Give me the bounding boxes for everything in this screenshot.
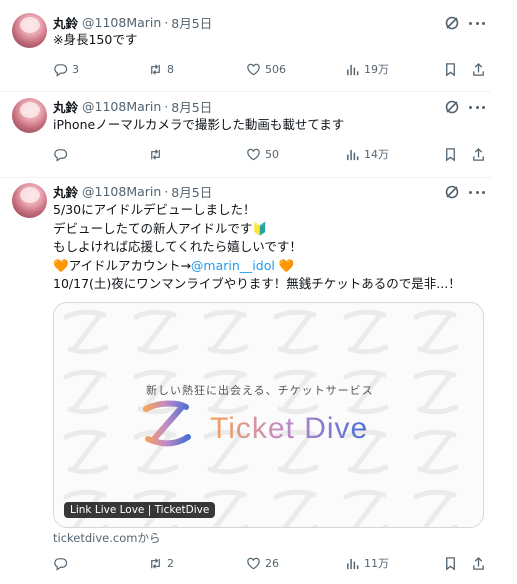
tweet-actions: 50 14万 bbox=[53, 145, 489, 163]
tweet-text-line: iPhoneノーマルカメラで撮影した動画も載せてます bbox=[53, 117, 345, 132]
bookmark-icon bbox=[446, 556, 455, 570]
tweet-text-line: ※身長150です bbox=[53, 32, 138, 47]
tweet-text-line: デビューしたての新人アイドルです🔰 bbox=[53, 220, 268, 236]
tweet-actions: 3 8 506 19万 bbox=[53, 60, 489, 78]
tweet-2[interactable]: 丸鈴 @1108Marin · 8月5日 iPhoneノーマルカメラで撮影した動… bbox=[0, 92, 491, 178]
views-icon bbox=[347, 558, 359, 569]
like-count: 506 bbox=[265, 62, 286, 76]
avatar[interactable] bbox=[12, 98, 47, 133]
reply-icon bbox=[54, 63, 68, 77]
reply-icon bbox=[54, 557, 68, 571]
logo-text: Ticket Dive bbox=[210, 412, 368, 445]
share-icon bbox=[473, 556, 484, 570]
views-icon bbox=[347, 149, 359, 160]
reply-icon bbox=[54, 148, 68, 162]
tweet-date[interactable]: 8月5日 bbox=[171, 97, 212, 116]
link-card[interactable]: Ticket Dive Link Live Love | TicketDive bbox=[53, 302, 484, 528]
tweet-date[interactable]: 8月5日 bbox=[171, 182, 212, 201]
tweet-1[interactable]: 丸鈴 @1108Marin · 8月5日 ※身長150です 3 8 506 19… bbox=[0, 0, 491, 92]
views-button[interactable]: 19万 bbox=[345, 60, 389, 78]
heart-icon bbox=[247, 63, 260, 75]
views-icon bbox=[347, 64, 359, 75]
tweet-text-line: 5/30にアイドルデビューしました！ bbox=[53, 202, 256, 217]
view-count: 14万 bbox=[364, 148, 389, 161]
separator-dot: · bbox=[164, 14, 169, 30]
tweet-header: 丸鈴 @1108Marin · 8月5日 bbox=[53, 182, 212, 200]
tweet-text-line: 🧡アイドルアカウント→@marin__idol 🧡 bbox=[53, 257, 461, 276]
bookmark-icon bbox=[446, 62, 455, 76]
like-button[interactable]: 50 bbox=[246, 145, 279, 163]
like-count: 50 bbox=[265, 147, 279, 161]
card-tagline: 新しい熱狂に出会える、チケットサービス bbox=[146, 384, 374, 397]
avatar[interactable] bbox=[12, 183, 47, 218]
tweet-date[interactable]: 8月5日 bbox=[171, 13, 212, 32]
user-handle[interactable]: @1108Marin bbox=[82, 99, 161, 114]
user-handle[interactable]: @1108Marin bbox=[82, 184, 161, 199]
tweet-header: 丸鈴 @1108Marin · 8月5日 bbox=[53, 13, 212, 31]
display-name[interactable]: 丸鈴 bbox=[53, 13, 78, 32]
reply-button[interactable]: 3 bbox=[53, 60, 79, 78]
share-button[interactable] bbox=[471, 60, 486, 78]
grok-icon[interactable] bbox=[444, 15, 460, 31]
tweet-text-line: もしよければ応援してくれたら嬉しいです！ bbox=[53, 239, 302, 254]
tweet-text: iPhoneノーマルカメラで撮影した動画も載せてます bbox=[53, 116, 344, 135]
repost-count: 8 bbox=[167, 62, 174, 76]
more-options-icon[interactable] bbox=[469, 99, 485, 115]
bookmark-button[interactable] bbox=[443, 145, 458, 163]
repost-count: 2 bbox=[167, 556, 174, 570]
views-button[interactable]: 14万 bbox=[345, 145, 389, 163]
more-options-icon[interactable] bbox=[469, 184, 485, 200]
heart-icon bbox=[247, 148, 260, 160]
card-source-link[interactable]: ticketdive.comから bbox=[53, 530, 160, 546]
mention-suffix: 🧡 bbox=[274, 257, 295, 273]
repost-button[interactable]: 2 bbox=[148, 554, 174, 572]
repost-icon bbox=[151, 557, 160, 569]
user-handle[interactable]: @1108Marin bbox=[82, 15, 161, 30]
reply-button[interactable] bbox=[53, 554, 72, 572]
mention-link[interactable]: @marin__idol bbox=[191, 258, 275, 273]
repost-button[interactable] bbox=[148, 145, 167, 163]
repost-button[interactable]: 8 bbox=[148, 60, 174, 78]
display-name[interactable]: 丸鈴 bbox=[53, 97, 78, 116]
like-count: 26 bbox=[265, 556, 279, 570]
reply-count: 3 bbox=[72, 62, 79, 76]
grok-icon[interactable] bbox=[444, 184, 460, 200]
heart-icon bbox=[247, 557, 260, 569]
tweet-text: ※身長150です bbox=[53, 31, 137, 50]
bookmark-button[interactable] bbox=[443, 554, 458, 572]
tweet-actions: 2 26 11万 bbox=[53, 554, 489, 572]
tweet-text-line: 10/17(土)夜にワンマンライブやります！無銭チケットあるので是非...！ bbox=[53, 276, 461, 291]
separator-dot: · bbox=[164, 98, 169, 114]
reply-button[interactable] bbox=[53, 145, 72, 163]
grok-icon[interactable] bbox=[444, 99, 460, 115]
view-count: 11万 bbox=[364, 557, 389, 570]
avatar[interactable] bbox=[12, 13, 47, 48]
views-button[interactable]: 11万 bbox=[345, 554, 389, 572]
card-image: Ticket Dive bbox=[54, 303, 483, 527]
display-name[interactable]: 丸鈴 bbox=[53, 182, 78, 201]
tweet-text: 5/30にアイドルデビューしました！ デビューしたての新人アイドルです🔰 もしよ… bbox=[53, 201, 461, 294]
bookmark-icon bbox=[446, 147, 455, 161]
share-button[interactable] bbox=[471, 145, 486, 163]
share-button[interactable] bbox=[471, 554, 486, 572]
view-count: 19万 bbox=[364, 63, 389, 76]
separator-dot: · bbox=[164, 183, 169, 199]
card-title-overlay: Link Live Love | TicketDive bbox=[64, 502, 216, 518]
repost-icon bbox=[151, 63, 160, 75]
share-icon bbox=[473, 62, 484, 76]
share-icon bbox=[473, 147, 484, 161]
like-button[interactable]: 506 bbox=[246, 60, 286, 78]
mention-prefix: 🧡アイドルアカウント→ bbox=[53, 257, 191, 273]
repost-icon bbox=[151, 148, 160, 160]
like-button[interactable]: 26 bbox=[246, 554, 279, 572]
bookmark-button[interactable] bbox=[443, 60, 458, 78]
tweet-header: 丸鈴 @1108Marin · 8月5日 bbox=[53, 97, 212, 115]
more-options-icon[interactable] bbox=[469, 15, 485, 31]
